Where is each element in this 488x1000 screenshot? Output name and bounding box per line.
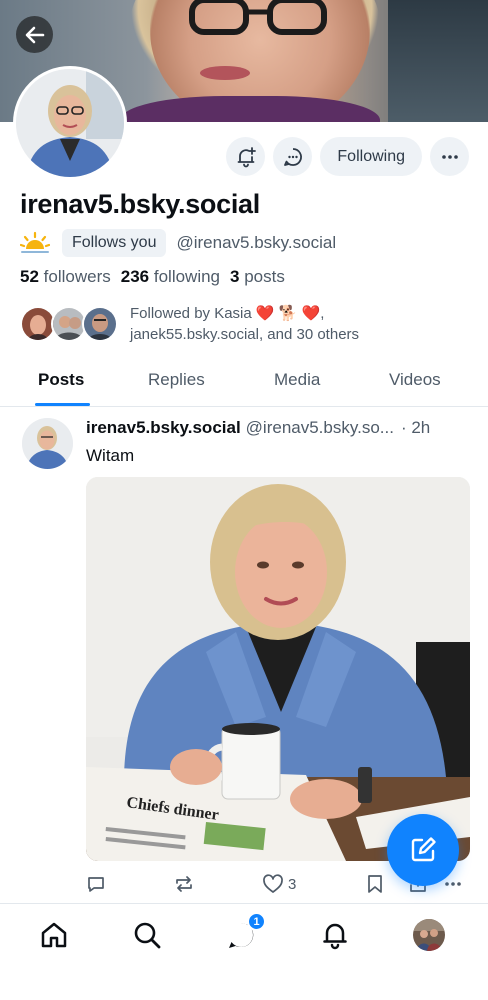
profile-display-name: irenav5.bsky.social [20,189,260,219]
message-button[interactable] [273,137,313,176]
active-tab-indicator [35,403,90,406]
compose-icon [411,837,436,862]
bell-icon [323,923,347,950]
nav-profile[interactable] [413,919,445,951]
repost-icon [176,876,192,892]
follows-you-badge: Follows you [62,229,167,257]
chat-unread-badge: 1 [247,912,266,931]
post-author-avatar[interactable] [22,418,73,469]
post-timestamp: · 2h [400,418,431,437]
chat-bubble-icon [284,147,302,166]
arrow-left-icon [25,26,44,43]
profile-avatar[interactable] [13,66,127,180]
known-followers[interactable]: Followed by Kasia ❤️ 🐕 ❤️, janek55.bsky.… [20,303,460,345]
banner-background [388,0,488,122]
known-followers-avatars [20,306,120,342]
nav-notifications[interactable] [319,919,351,951]
profile-handle: @irenav5.bsky.social [176,233,337,252]
bell-plus-icon [237,146,256,167]
profile-tabs: Posts Replies Media Videos [0,359,488,407]
search-icon [134,922,161,949]
current-user-avatar [413,919,445,951]
following-label: following [153,267,221,286]
post-header: irenav5.bsky.social @irenav5.bsky.so... … [86,418,472,438]
post-image[interactable]: Chiefs dinner [86,477,470,861]
banner-lips [200,66,250,80]
subscribe-notifications-button[interactable] [226,137,266,176]
followed-by-line-1: Followed by Kasia ❤️ 🐕 ❤️, [130,305,325,322]
tab-videos[interactable]: Videos [389,370,441,390]
heart-icon [263,874,283,893]
profile-stats: 52 followers 236 following 3 posts [20,267,285,287]
following-count: 236 [120,267,150,286]
reply-button[interactable] [86,874,106,894]
home-icon [41,922,67,948]
tab-replies[interactable]: Replies [148,370,205,390]
following-stat[interactable]: 236 following [121,267,220,287]
profile-actions: Following [226,137,469,176]
posts-count: 3 [230,267,240,286]
bookmark-icon [368,875,382,893]
followed-by-line-2: janek55.bsky.social, and 30 others [130,326,360,343]
bottom-navigation: 1 [0,903,488,1000]
nav-search[interactable] [131,919,163,951]
nav-home[interactable] [38,919,70,951]
sun-icon [20,231,50,253]
like-count: 3 [288,875,297,893]
avatar-photo [16,69,124,177]
more-options-button[interactable] [430,137,469,176]
more-horizontal-icon [441,154,458,159]
bookmark-button[interactable] [366,874,384,894]
like-button[interactable]: 3 [262,874,296,894]
followers-stat[interactable]: 52 followers [20,267,111,287]
followers-count: 52 [20,267,39,286]
tab-posts[interactable]: Posts [38,370,84,390]
back-button[interactable] [16,16,53,53]
reply-icon [88,877,104,892]
post-text: Witam [86,446,135,465]
post-author-handle[interactable]: @irenav5.bsky.so... [246,418,394,438]
banner-glasses [189,0,327,35]
known-follower-avatar [82,306,118,342]
post-photo: Chiefs dinner [86,477,470,861]
followed-by-text: Followed by Kasia ❤️ 🐕 ❤️, janek55.bsky.… [130,303,460,345]
banner-coat [120,96,380,122]
posts-stat: 3 posts [230,267,285,287]
followers-label: followers [43,267,111,286]
posts-label: posts [244,267,285,286]
nav-chat[interactable]: 1 [225,912,266,951]
profile-meta-row: Follows you @irenav5.bsky.social [20,228,336,258]
following-button[interactable]: Following [320,137,422,176]
post-author-name[interactable]: irenav5.bsky.social [86,418,241,438]
tab-media[interactable]: Media [274,370,320,390]
compose-post-button[interactable] [387,814,459,886]
repost-button[interactable] [173,874,195,894]
